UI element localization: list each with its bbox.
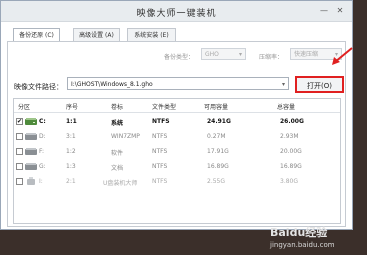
table-row[interactable]: G: 1:3 文档 NTFS 16.89G 16.89G: [14, 160, 340, 174]
filesystem: NTFS: [152, 118, 170, 125]
image-path-value: I:\GHOST\Windows_8.1.gho: [71, 81, 153, 88]
total-size: 2.93M: [280, 133, 299, 140]
row-checkbox[interactable]: [16, 133, 23, 140]
volume-label: WIN7ZMP: [111, 133, 140, 140]
table-row[interactable]: F: 1:2 软件 NTFS 17.91G 20.00G: [14, 145, 340, 159]
backup-restore-panel: 备份类型： GHO ▾ 压缩率： 快速压缩 ▾ 映像文件路径： I:\GHOST…: [7, 41, 346, 227]
image-path-label: 映像文件路径：: [14, 83, 63, 91]
window-title: 映像大师一键装机: [136, 9, 217, 19]
drive-icon: [25, 118, 37, 125]
backup-type-label: 备份类型：: [164, 54, 195, 61]
partition-table: 分区 序号 卷标 文件类型 可用容量 总容量 ✔ C: 1:1 系统 NTFS …: [13, 98, 341, 224]
drive-letter: G:: [39, 163, 46, 170]
watermark: Baidu经验: [270, 226, 328, 239]
title-bar: 映像大师一键装机 — ✕: [1, 1, 352, 22]
free-space: 24.91G: [207, 118, 231, 125]
drive-letter: I:: [39, 178, 43, 185]
partition-index: 1:1: [66, 118, 77, 125]
open-button[interactable]: 打开(O): [295, 76, 344, 93]
partition-index: 1:2: [66, 148, 76, 155]
chevron-down-icon: ▾: [238, 51, 242, 58]
filesystem: NTFS: [152, 178, 168, 185]
drive-letter: F:: [39, 148, 45, 155]
header-free-space: 可用容量: [204, 104, 229, 111]
header-filesystem: 文件类型: [152, 104, 177, 111]
compression-label: 压缩率：: [259, 54, 284, 61]
minimize-button[interactable]: —: [316, 4, 332, 17]
row-checkbox[interactable]: ✔: [16, 118, 23, 125]
row-checkbox[interactable]: [16, 178, 23, 185]
usb-drive-icon: [27, 177, 35, 185]
total-size: 16.89G: [280, 163, 302, 170]
header-total-size: 总容量: [277, 104, 296, 111]
total-size: 26.00G: [280, 118, 304, 125]
free-space: 2.55G: [207, 178, 226, 185]
red-arrow-annotation: [332, 47, 353, 65]
header-partition: 分区: [18, 104, 31, 111]
free-space: 17.91G: [207, 148, 229, 155]
free-space: 16.89G: [207, 163, 229, 170]
backup-type-select[interactable]: GHO ▾: [201, 48, 246, 60]
volume-label: 文档: [111, 165, 124, 172]
partition-index: 1:3: [66, 163, 76, 170]
total-size: 3.80G: [280, 178, 299, 185]
table-row[interactable]: I: 2:1 U盘装机大师 NTFS 2.55G 3.80G: [14, 175, 340, 189]
compression-value: 快速压缩: [294, 51, 319, 58]
volume-label: U盘装机大师: [103, 180, 138, 187]
partition-index: 3:1: [66, 133, 76, 140]
table-header: 分区 序号 卷标 文件类型 可用容量 总容量: [14, 99, 340, 113]
tab-advanced-settings[interactable]: 高级设置 (A): [73, 28, 120, 41]
drive-letter: C:: [39, 118, 46, 125]
filesystem: NTFS: [152, 148, 168, 155]
watermark-url: jingyan.baidu.com: [270, 241, 335, 249]
total-size: 20.00G: [280, 148, 302, 155]
drive-icon: [25, 148, 37, 155]
header-index: 序号: [66, 104, 79, 111]
row-checkbox[interactable]: [16, 148, 23, 155]
image-path-input[interactable]: I:\GHOST\Windows_8.1.gho ▾: [67, 77, 289, 90]
drive-icon: [25, 163, 37, 170]
backup-type-value: GHO: [205, 51, 219, 58]
volume-label: 系统: [111, 120, 124, 127]
filesystem: NTFS: [152, 133, 168, 140]
free-space: 0.27M: [207, 133, 226, 140]
header-volume-label: 卷标: [111, 104, 124, 111]
table-row[interactable]: D: 3:1 WIN7ZMP NTFS 0.27M 2.93M: [14, 130, 340, 144]
row-checkbox[interactable]: [16, 163, 23, 170]
installer-window: 映像大师一键装机 — ✕ 备份还原 (C) 高级设置 (A) 系统安装 (E) …: [0, 0, 353, 230]
tab-backup-restore[interactable]: 备份还原 (C): [13, 28, 60, 42]
open-button-label: 打开(O): [307, 82, 332, 90]
filesystem: NTFS: [152, 163, 168, 170]
tab-system-install[interactable]: 系统安装 (E): [127, 28, 176, 41]
close-button[interactable]: ✕: [332, 4, 348, 17]
partition-index: 2:1: [66, 178, 76, 185]
volume-label: 软件: [111, 150, 124, 157]
drive-icon: [25, 133, 37, 140]
chevron-down-icon: ▾: [281, 81, 285, 88]
drive-letter: D:: [39, 133, 46, 140]
table-row[interactable]: ✔ C: 1:1 系统 NTFS 24.91G 26.00G: [14, 115, 340, 129]
